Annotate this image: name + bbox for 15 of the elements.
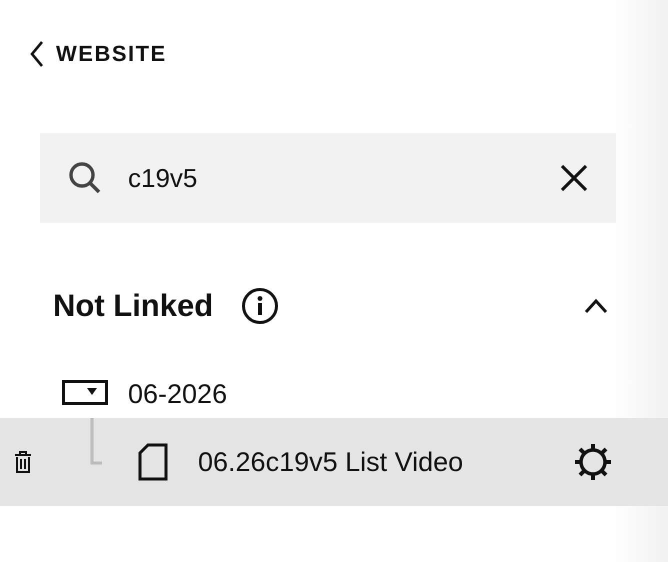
search-field[interactable]: c19v5 (128, 162, 534, 194)
folder-item[interactable]: 06-2026 (62, 374, 228, 414)
close-icon[interactable] (560, 164, 588, 192)
tree-connector-line (90, 418, 102, 466)
settings-icon[interactable] (573, 442, 613, 482)
trash-icon[interactable] (14, 450, 32, 474)
info-icon[interactable] (241, 287, 280, 325)
collapse-icon[interactable] (584, 298, 608, 314)
search-icon (68, 161, 102, 195)
back-link[interactable]: WEBSITE (0, 0, 167, 67)
page-item[interactable]: 06.26c19v5 List Video (0, 418, 668, 506)
page-icon (138, 443, 168, 481)
folder-icon (62, 380, 108, 408)
back-icon (30, 41, 44, 67)
section-title: Not Linked (53, 288, 214, 324)
